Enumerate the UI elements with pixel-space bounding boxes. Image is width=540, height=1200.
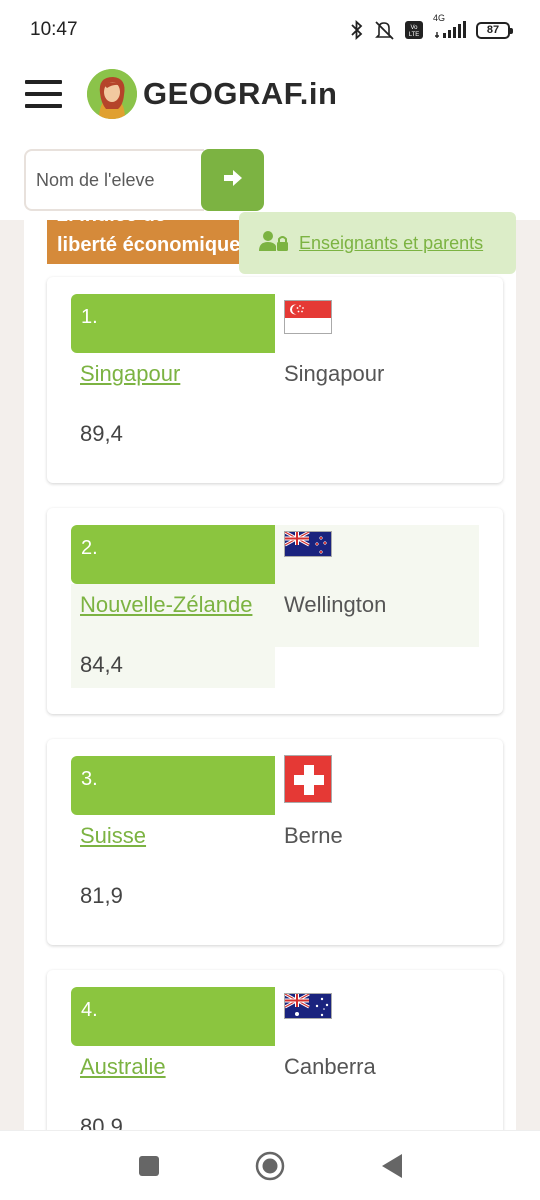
status-icons: Vo LTE 4G 87 (350, 13, 513, 40)
status-bar: 10:47 Vo LTE 4G 87 (0, 0, 540, 60)
ranking-card: 4. Australie Canberra 80,9 (47, 970, 503, 1130)
volte-icon: Vo LTE (404, 20, 424, 40)
country-link[interactable]: Australie (80, 1054, 166, 1080)
switzerland-flag (284, 755, 332, 803)
svg-text:Vo: Vo (410, 25, 418, 31)
country-link[interactable]: Nouvelle-Zélande (80, 592, 252, 618)
rank-badge: 4. (71, 987, 275, 1046)
student-search (0, 134, 540, 220)
user-lock-icon (259, 229, 289, 258)
status-time: 10:47 (30, 19, 78, 40)
recents-square-icon[interactable] (137, 1154, 161, 1183)
hamburger-menu-icon[interactable] (25, 80, 62, 108)
capital-text: Berne (284, 823, 343, 848)
back-triangle-icon[interactable] (380, 1153, 404, 1184)
teachers-parents-link[interactable]: Enseignants et parents (239, 212, 516, 274)
system-nav-bar (0, 1130, 540, 1200)
site-header: GEOGRAF.in (0, 60, 540, 134)
main-content: 2. Indice de liberté économique 1. Singa… (0, 220, 540, 1130)
teachers-parents-label[interactable]: Enseignants et parents (299, 233, 483, 254)
network-label: 4G (433, 13, 446, 23)
score-value: 80,9 (80, 1114, 123, 1130)
bluetooth-icon (350, 20, 364, 40)
singapore-flag (284, 300, 332, 334)
signal-icon: 4G (433, 13, 467, 40)
battery-icon: 87 (476, 21, 513, 39)
mute-icon (373, 20, 395, 40)
capital-text: Wellington (284, 592, 387, 617)
submit-button[interactable] (201, 149, 264, 211)
score-value: 89,4 (80, 421, 123, 446)
new-zealand-flag (284, 531, 332, 557)
capital-text: Canberra (284, 1054, 376, 1079)
arrow-right-icon (222, 168, 244, 193)
rank-badge: 3. (71, 756, 275, 815)
country-link[interactable]: Suisse (80, 823, 146, 849)
rank-badge: 1. (71, 294, 275, 353)
capital-text: Singapour (284, 361, 385, 386)
ranking-card: 1. Singapour Singapour 89,4 (47, 277, 503, 483)
ranking-card: 2. Nouvelle-Zélande Wellington 84,4 (47, 508, 503, 714)
country-link[interactable]: Singapour (80, 361, 180, 387)
score-value: 81,9 (80, 883, 123, 908)
logo-avatar-icon[interactable] (87, 69, 137, 119)
ranking-card: 3. Suisse Berne 81,9 (47, 739, 503, 945)
australia-flag (284, 993, 332, 1019)
student-name-input[interactable] (24, 149, 204, 211)
home-circle-icon[interactable] (255, 1151, 285, 1186)
brand-logo-text[interactable]: GEOGRAF.in (143, 76, 337, 112)
battery-level: 87 (486, 24, 500, 36)
rank-badge: 2. (71, 525, 275, 584)
score-value: 84,4 (80, 652, 123, 677)
section-title: 2. Indice de liberté économique (47, 220, 242, 264)
svg-text:LTE: LTE (409, 32, 420, 38)
